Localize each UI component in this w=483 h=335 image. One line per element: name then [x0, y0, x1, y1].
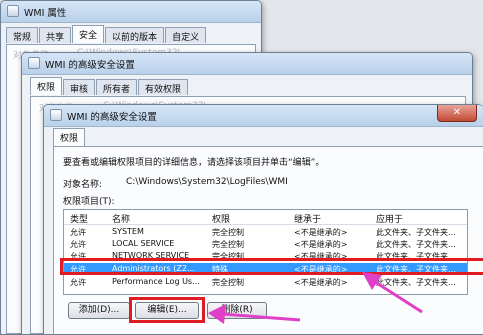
arrow-to-edit-button-icon [208, 304, 301, 324]
annotation-arrows [208, 272, 423, 324]
arrow-to-selected-row-icon [362, 272, 423, 314]
